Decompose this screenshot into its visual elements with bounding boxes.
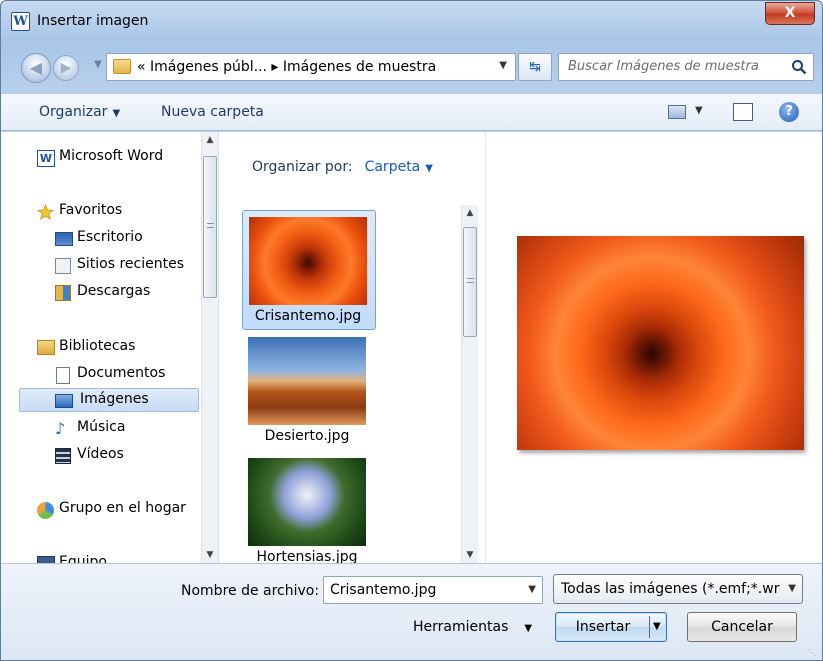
file-item-crisantemo[interactable]: Crisantemo.jpg — [242, 210, 376, 330]
filetype-value: Todas las imágenes (*.emf;*.wr — [561, 581, 780, 597]
file-name: Crisantemo.jpg — [254, 308, 362, 324]
filetype-dropdown-icon[interactable]: ▼ — [788, 583, 796, 594]
navigation-bar: ◀ ▶ ▼ « Imágenes públ... ▸ Imágenes de m… — [1, 47, 822, 87]
preview-pane-toggle-icon[interactable] — [733, 103, 753, 121]
file-name: Hortensias.jpg — [256, 549, 358, 563]
scroll-grip-icon — [467, 278, 474, 283]
nav-item-label: Grupo en el hogar — [59, 500, 186, 516]
search-input[interactable]: Buscar Imágenes de muestra — [558, 53, 814, 81]
command-bar: Organizar ▼ Nueva carpeta ▼ ? — [1, 93, 822, 131]
organize-label: Organizar — [39, 104, 108, 120]
scroll-up-arrow-icon[interactable]: ▲ — [202, 132, 218, 148]
insert-picture-dialog: W Insertar imagen X ◀ ▶ ▼ « Imágenes púb… — [0, 0, 823, 661]
navigation-pane: W Microsoft Word Favoritos Escritorio Si… — [1, 132, 219, 563]
word-icon: W — [37, 150, 55, 167]
nav-item-label: Descargas — [77, 283, 151, 299]
arrange-by-label: Organizar por: — [252, 159, 353, 175]
word-app-icon: W — [11, 12, 30, 31]
cancel-label: Cancelar — [711, 619, 773, 635]
filename-field[interactable]: Crisantemo.jpg ▼ — [323, 576, 543, 604]
nav-item-label: Favoritos — [59, 202, 123, 218]
scrollbar-thumb[interactable] — [203, 156, 217, 298]
nav-item-label: Música — [77, 419, 126, 435]
dialog-footer: Nombre de archivo: Crisantemo.jpg ▼ Toda… — [1, 563, 822, 660]
window-title: Insertar imagen — [37, 13, 149, 29]
content-area: W Microsoft Word Favoritos Escritorio Si… — [1, 132, 822, 563]
scroll-grip-icon — [207, 223, 214, 228]
pictures-icon — [55, 394, 73, 408]
address-dropdown-icon[interactable]: ▼ — [499, 60, 507, 71]
libraries-icon — [37, 340, 55, 355]
file-name: Desierto.jpg — [264, 428, 350, 444]
folder-icon — [113, 59, 131, 74]
downloads-icon — [55, 285, 71, 301]
file-list-scrollbar[interactable]: ▲ ▼ — [461, 205, 478, 563]
tools-label: Herramientas — [413, 619, 509, 635]
title-bar[interactable]: W Insertar imagen X — [1, 1, 822, 41]
file-item-desierto[interactable]: Desierto.jpg — [242, 331, 376, 451]
arrange-by-value[interactable]: Carpeta — [365, 159, 421, 175]
hydrangeas-thumbnail — [248, 458, 366, 546]
nav-item-label: Microsoft Word — [59, 148, 164, 164]
music-icon: ♪ — [55, 419, 66, 438]
insert-options-dropdown-icon[interactable]: ▼ — [653, 621, 661, 632]
scrollbar-thumb[interactable] — [463, 227, 477, 337]
help-icon[interactable]: ? — [779, 102, 799, 122]
videos-icon — [55, 448, 71, 464]
recent-places-icon — [55, 258, 71, 274]
desktop-icon — [55, 232, 73, 246]
nav-item-pictures[interactable]: Imágenes — [19, 388, 199, 412]
address-bar[interactable]: « Imágenes públ... ▸ Imágenes de muestra… — [106, 53, 516, 81]
cancel-button[interactable]: Cancelar — [687, 612, 797, 642]
nav-item-label: Imágenes — [80, 391, 149, 407]
scroll-down-arrow-icon[interactable]: ▼ — [202, 547, 218, 563]
forward-button[interactable]: ▶ — [53, 55, 79, 81]
view-options-chevron-icon[interactable]: ▼ — [695, 105, 703, 116]
chevron-down-icon[interactable]: ▼ — [425, 163, 433, 174]
nav-item-label: Bibliotecas — [59, 338, 136, 354]
new-folder-button[interactable]: Nueva carpeta — [161, 104, 264, 120]
file-list-pane: Organizar por: Carpeta ▼ Crisantemo.jpg De… — [220, 132, 484, 563]
chevron-down-icon: ▼ — [524, 623, 533, 634]
search-icon[interactable] — [791, 59, 807, 75]
refresh-button[interactable]: ↹ — [518, 53, 552, 81]
insert-label: Insertar — [575, 619, 631, 635]
back-button[interactable]: ◀ — [21, 53, 51, 83]
file-item-hortensias[interactable]: Hortensias.jpg — [242, 452, 376, 563]
computer-icon — [37, 556, 55, 563]
insert-button[interactable]: Insertar ▼ — [555, 612, 667, 642]
breadcrumb-path[interactable]: « Imágenes públ... ▸ Imágenes de muestra — [137, 59, 436, 75]
chrysanthemum-thumbnail — [249, 217, 367, 305]
chevron-down-icon: ▼ — [112, 108, 121, 119]
close-button[interactable]: X — [765, 2, 815, 25]
chrysanthemum-preview-image — [517, 236, 804, 450]
nav-item-label: Vídeos — [77, 446, 124, 462]
split-divider — [649, 616, 650, 638]
nav-item-label: Escritorio — [77, 229, 143, 245]
search-placeholder: Buscar Imágenes de muestra — [568, 59, 759, 74]
nav-item-label: Equipo — [59, 554, 107, 563]
recent-locations-dropdown[interactable]: ▼ — [91, 59, 105, 75]
filename-label: Nombre de archivo: — [181, 583, 320, 599]
change-view-icon[interactable] — [668, 105, 686, 119]
star-icon — [37, 204, 54, 220]
desert-thumbnail — [248, 337, 366, 425]
documents-icon — [56, 367, 70, 384]
filetype-select[interactable]: Todas las imágenes (*.emf;*.wr ▼ — [553, 574, 803, 604]
tools-menu[interactable]: Herramientas ▼ — [413, 619, 532, 635]
resize-grip-icon[interactable]: ⋱ — [808, 648, 818, 658]
preview-pane — [485, 132, 822, 563]
arrange-by: Organizar por: Carpeta ▼ — [252, 159, 433, 175]
scroll-up-arrow-icon[interactable]: ▲ — [462, 205, 478, 221]
nav-item-label: Documentos — [77, 365, 166, 381]
navigation-scrollbar[interactable]: ▲ ▼ — [201, 132, 218, 563]
scroll-down-arrow-icon[interactable]: ▼ — [462, 547, 478, 563]
filename-value[interactable]: Crisantemo.jpg — [330, 582, 436, 598]
nav-item-label: Sitios recientes — [77, 256, 184, 272]
filename-dropdown-icon[interactable]: ▼ — [528, 584, 536, 595]
organize-menu[interactable]: Organizar ▼ — [39, 104, 120, 120]
homegroup-icon — [37, 502, 54, 519]
